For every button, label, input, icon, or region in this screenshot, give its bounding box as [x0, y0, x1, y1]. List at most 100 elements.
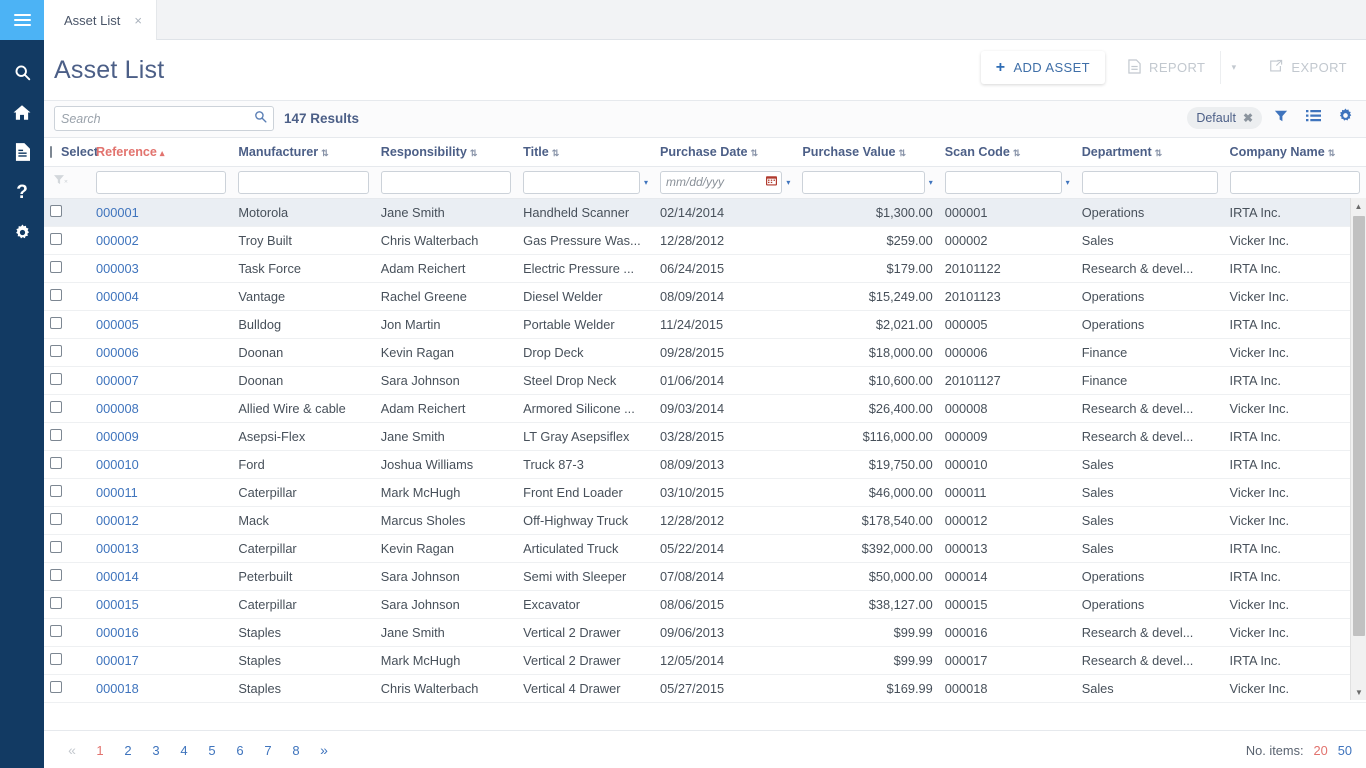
cell-reference[interactable]: 000017	[90, 646, 233, 675]
reference-link[interactable]: 000002	[96, 233, 139, 248]
table-row[interactable]: 000013 Caterpillar Kevin Ragan Articulated …	[44, 534, 1366, 563]
reference-link[interactable]: 000003	[96, 261, 139, 276]
row-select-cell[interactable]	[44, 254, 90, 283]
chevron-down-icon[interactable]: ▾	[644, 178, 648, 187]
filter-cell-department[interactable]	[1075, 166, 1224, 199]
close-icon[interactable]: ✖	[1243, 111, 1253, 125]
search-input[interactable]	[55, 107, 247, 130]
table-row[interactable]: 000009 Asepsi-Flex Jane Smith LT Gray Aseps…	[44, 422, 1366, 451]
report-dropdown-caret[interactable]: ▾	[1220, 51, 1246, 84]
cell-reference[interactable]: 000016	[90, 618, 233, 647]
sidebar-item-settings[interactable]	[0, 212, 44, 252]
table-row[interactable]: 000015 Caterpillar Sara Johnson Excavator 08…	[44, 590, 1366, 619]
sidebar-item-home[interactable]	[0, 92, 44, 132]
row-select-cell[interactable]	[44, 394, 90, 423]
scroll-up-icon[interactable]: ▲	[1351, 198, 1366, 214]
filter-cell-scan-code[interactable]: ▾	[938, 166, 1076, 199]
table-row[interactable]: 000004 Vantage Rachel Greene Diesel Welder 0…	[44, 282, 1366, 311]
row-checkbox[interactable]	[50, 484, 62, 497]
row-select-cell[interactable]	[44, 338, 90, 367]
table-row[interactable]: 000017 Staples Mark McHugh Vertical 2 Drawe…	[44, 646, 1366, 675]
filter-cell-responsibility[interactable]	[374, 166, 518, 199]
row-checkbox[interactable]	[50, 260, 62, 273]
filter-cell-company-name[interactable]	[1223, 166, 1366, 199]
close-icon[interactable]: ×	[134, 14, 142, 27]
clear-filter-icon[interactable]: ×	[50, 175, 69, 189]
pagination-page-8[interactable]: 8	[282, 731, 310, 768]
add-asset-button[interactable]: + ADD ASSET	[980, 51, 1106, 84]
row-checkbox[interactable]	[50, 456, 62, 469]
table-row[interactable]: 000016 Staples Jane Smith Vertical 2 Drawer…	[44, 618, 1366, 647]
row-select-cell[interactable]	[44, 674, 90, 703]
column-header-title[interactable]: Title ⇅	[517, 138, 655, 167]
page-size-50[interactable]: 50	[1338, 743, 1352, 758]
sidebar-item-help[interactable]: ?	[0, 172, 44, 212]
filter-input-scan-code[interactable]	[944, 170, 1062, 194]
row-checkbox[interactable]	[50, 344, 62, 357]
export-button[interactable]: EXPORT	[1254, 51, 1362, 84]
filter-input-company-name[interactable]	[1229, 170, 1360, 194]
scrollbar-thumb[interactable]	[1353, 216, 1365, 636]
pagination-first-button[interactable]: «	[58, 731, 86, 768]
reference-link[interactable]: 000010	[96, 457, 139, 472]
row-checkbox[interactable]	[50, 540, 62, 553]
row-select-cell[interactable]	[44, 590, 90, 619]
row-select-cell[interactable]	[44, 310, 90, 339]
row-checkbox[interactable]	[50, 316, 62, 329]
row-checkbox[interactable]	[50, 428, 62, 441]
table-row[interactable]: 000011 Caterpillar Mark McHugh Front End Lo…	[44, 478, 1366, 507]
filter-input-responsibility[interactable]	[380, 170, 512, 194]
table-row[interactable]: 000012 Mack Marcus Sholes Off-Highway Truck…	[44, 506, 1366, 535]
pagination-page-2[interactable]: 2	[114, 731, 142, 768]
search-button[interactable]	[247, 107, 273, 130]
clear-filters-cell[interactable]: ×	[44, 166, 90, 199]
column-header-company-name[interactable]: Company Name ⇅	[1223, 138, 1366, 167]
cell-reference[interactable]: 000018	[90, 674, 233, 703]
chevron-down-icon[interactable]: ▾	[1066, 178, 1070, 187]
filter-input-purchase-value[interactable]	[802, 170, 925, 194]
select-all-header[interactable]: Select	[44, 138, 98, 167]
cell-reference[interactable]: 000011	[90, 478, 233, 507]
reference-link[interactable]: 000005	[96, 317, 139, 332]
view-chip-default[interactable]: Default ✖	[1187, 107, 1262, 129]
table-row[interactable]: 000005 Bulldog Jon Martin Portable Welder 11…	[44, 310, 1366, 339]
filter-input-manufacturer[interactable]	[238, 170, 369, 194]
reference-link[interactable]: 000017	[96, 653, 139, 668]
reference-link[interactable]: 000007	[96, 373, 139, 388]
reference-link[interactable]: 000013	[96, 541, 139, 556]
row-select-cell[interactable]	[44, 562, 90, 591]
pagination-last-button[interactable]: »	[310, 731, 338, 768]
table-row[interactable]: 000008 Allied Wire & cable Adam Reichert Ar…	[44, 394, 1366, 423]
row-select-cell[interactable]	[44, 422, 90, 451]
cell-reference[interactable]: 000007	[90, 366, 233, 395]
sidebar-item-search[interactable]	[0, 52, 44, 92]
reference-link[interactable]: 000018	[96, 681, 139, 696]
row-checkbox[interactable]	[50, 596, 62, 609]
table-row[interactable]: 000002 Troy Built Chris Walterbach Gas Pres…	[44, 226, 1366, 255]
row-select-cell[interactable]	[44, 366, 90, 395]
grid-settings-button[interactable]	[1332, 105, 1358, 131]
row-select-cell[interactable]	[44, 646, 90, 675]
row-checkbox[interactable]	[50, 652, 62, 665]
cell-reference[interactable]: 000006	[90, 338, 233, 367]
row-checkbox[interactable]	[50, 512, 62, 525]
reference-link[interactable]: 000016	[96, 625, 139, 640]
scroll-down-icon[interactable]: ▼	[1351, 684, 1366, 700]
column-header-department[interactable]: Department ⇅	[1075, 138, 1224, 167]
calendar-icon[interactable]	[766, 175, 778, 189]
row-checkbox[interactable]	[50, 400, 62, 413]
row-checkbox[interactable]	[50, 204, 62, 217]
pagination-page-5[interactable]: 5	[198, 731, 226, 768]
table-row[interactable]: 000018 Staples Chris Walterbach Vertical 4 …	[44, 674, 1366, 703]
search-box[interactable]	[54, 106, 274, 131]
cell-reference[interactable]: 000004	[90, 282, 233, 311]
cell-reference[interactable]: 000001	[90, 198, 233, 227]
row-checkbox[interactable]	[50, 288, 62, 301]
reference-link[interactable]: 000012	[96, 513, 139, 528]
cell-reference[interactable]: 000003	[90, 254, 233, 283]
reference-link[interactable]: 000008	[96, 401, 139, 416]
page-size-20[interactable]: 20	[1314, 743, 1328, 758]
row-select-cell[interactable]	[44, 534, 90, 563]
row-select-cell[interactable]	[44, 282, 90, 311]
row-checkbox[interactable]	[50, 372, 62, 385]
